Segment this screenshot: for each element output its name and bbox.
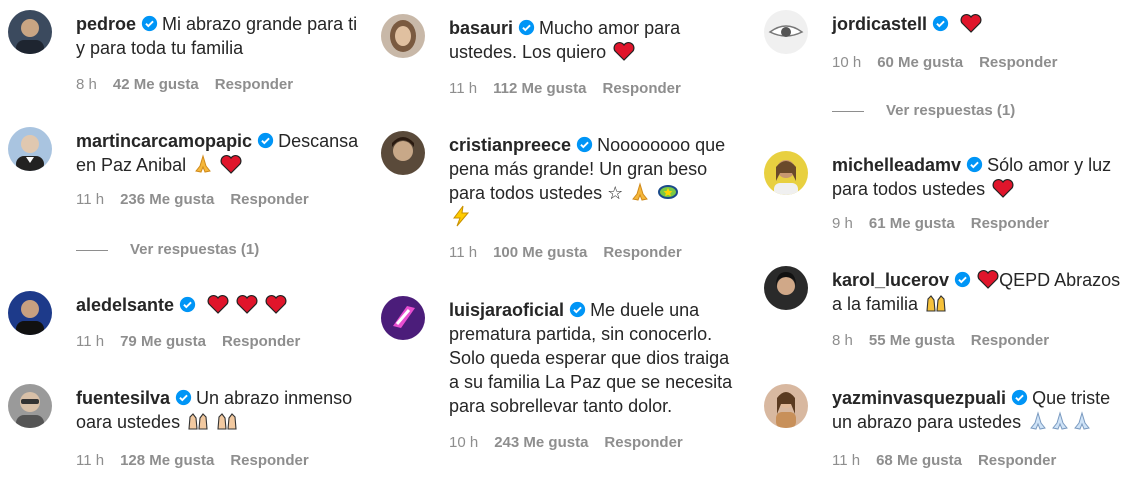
pray-icon bbox=[1030, 411, 1047, 430]
username[interactable]: karol_lucerov bbox=[832, 270, 949, 290]
view-replies-label: Ver respuestas (1) bbox=[886, 102, 1016, 119]
avatar[interactable] bbox=[381, 14, 425, 58]
verified-badge-icon bbox=[932, 15, 949, 32]
pray-icon bbox=[1052, 411, 1069, 430]
heart-icon bbox=[207, 295, 229, 314]
heart-icon bbox=[265, 295, 287, 314]
avatar[interactable] bbox=[381, 296, 425, 340]
username[interactable]: cristianpreece bbox=[449, 135, 571, 155]
comment-time[interactable]: 11 h bbox=[832, 452, 860, 469]
comment-time[interactable]: 8 h bbox=[76, 76, 97, 93]
raised-hands-icon bbox=[926, 295, 946, 312]
likes-count[interactable]: 79 Me gusta bbox=[120, 333, 206, 350]
avatar[interactable] bbox=[8, 291, 52, 335]
reply-button[interactable]: Responder bbox=[215, 76, 293, 93]
username[interactable]: luisjaraoficial bbox=[449, 300, 564, 320]
verified-badge-icon bbox=[1011, 389, 1028, 406]
username[interactable]: michelleadamv bbox=[832, 155, 961, 175]
reply-button[interactable]: Responder bbox=[971, 332, 1049, 349]
likes-count[interactable]: 60 Me gusta bbox=[877, 54, 963, 71]
pray-icon bbox=[632, 182, 649, 201]
avatar[interactable] bbox=[8, 127, 52, 171]
avatar[interactable] bbox=[764, 151, 808, 195]
likes-count[interactable]: 55 Me gusta bbox=[869, 332, 955, 349]
username[interactable]: pedroe bbox=[76, 14, 136, 34]
avatar[interactable] bbox=[764, 266, 808, 310]
lightning-icon bbox=[453, 205, 470, 227]
reply-button[interactable]: Responder bbox=[979, 54, 1057, 71]
likes-count[interactable]: 61 Me gusta bbox=[869, 215, 955, 232]
replies-divider bbox=[832, 110, 864, 112]
comment-time[interactable]: 11 h bbox=[449, 80, 477, 97]
verified-badge-icon bbox=[954, 271, 971, 288]
likes-count[interactable]: 236 Me gusta bbox=[120, 191, 214, 208]
view-replies-label: Ver respuestas (1) bbox=[130, 241, 260, 258]
avatar[interactable] bbox=[764, 384, 808, 428]
replies-divider bbox=[76, 249, 108, 251]
dizzy-icon bbox=[658, 185, 679, 199]
likes-count[interactable]: 243 Me gusta bbox=[494, 434, 588, 451]
username[interactable]: yazminvasquezpuali bbox=[832, 388, 1006, 408]
avatar[interactable] bbox=[8, 10, 52, 54]
heart-icon bbox=[960, 14, 982, 33]
likes-count[interactable]: 128 Me gusta bbox=[120, 452, 214, 469]
reply-button[interactable]: Responder bbox=[230, 191, 308, 208]
verified-badge-icon bbox=[518, 19, 535, 36]
verified-badge-icon bbox=[257, 132, 274, 149]
reply-button[interactable]: Responder bbox=[978, 452, 1056, 469]
comment-time[interactable]: 11 h bbox=[76, 333, 104, 350]
username[interactable]: martincarcamopapic bbox=[76, 131, 252, 151]
avatar[interactable] bbox=[764, 10, 808, 54]
comment-time[interactable]: 11 h bbox=[76, 191, 104, 208]
comment-time[interactable]: 8 h bbox=[832, 332, 853, 349]
view-replies-button[interactable]: Ver respuestas (1) bbox=[76, 241, 259, 258]
heart-icon bbox=[977, 270, 999, 289]
likes-count[interactable]: 112 Me gusta bbox=[493, 80, 586, 97]
verified-badge-icon bbox=[175, 389, 192, 406]
username[interactable]: fuentesilva bbox=[76, 388, 170, 408]
username[interactable]: basauri bbox=[449, 18, 513, 38]
username[interactable]: jordicastell bbox=[832, 14, 927, 34]
heart-icon bbox=[220, 155, 242, 174]
heart-icon bbox=[236, 295, 258, 314]
reply-button[interactable]: Responder bbox=[602, 80, 680, 97]
likes-count[interactable]: 68 Me gusta bbox=[876, 452, 962, 469]
comment-time[interactable]: 11 h bbox=[76, 452, 104, 469]
avatar[interactable] bbox=[381, 131, 425, 175]
reply-button[interactable]: Responder bbox=[603, 244, 681, 261]
pray-icon bbox=[1074, 411, 1091, 430]
verified-badge-icon bbox=[569, 301, 586, 318]
raised-hands-icon bbox=[217, 413, 237, 430]
verified-badge-icon bbox=[576, 136, 593, 153]
reply-button[interactable]: Responder bbox=[604, 434, 682, 451]
avatar[interactable] bbox=[8, 384, 52, 428]
reply-button[interactable]: Responder bbox=[971, 215, 1049, 232]
reply-button[interactable]: Responder bbox=[222, 333, 300, 350]
likes-count[interactable]: 100 Me gusta bbox=[493, 244, 587, 261]
verified-badge-icon bbox=[141, 15, 158, 32]
comment-time[interactable]: 9 h bbox=[832, 215, 853, 232]
likes-count[interactable]: 42 Me gusta bbox=[113, 76, 199, 93]
raised-hands-icon bbox=[188, 413, 208, 430]
comment-time[interactable]: 11 h bbox=[449, 244, 477, 261]
username[interactable]: aledelsante bbox=[76, 295, 174, 315]
comment-time[interactable]: 10 h bbox=[832, 54, 861, 71]
verified-badge-icon bbox=[179, 296, 196, 313]
view-replies-button[interactable]: Ver respuestas (1) bbox=[832, 102, 1015, 119]
pray-icon bbox=[195, 154, 212, 173]
comment-time[interactable]: 10 h bbox=[449, 434, 478, 451]
verified-badge-icon bbox=[966, 156, 983, 173]
heart-icon bbox=[992, 179, 1014, 198]
reply-button[interactable]: Responder bbox=[230, 452, 308, 469]
heart-icon bbox=[613, 42, 635, 61]
